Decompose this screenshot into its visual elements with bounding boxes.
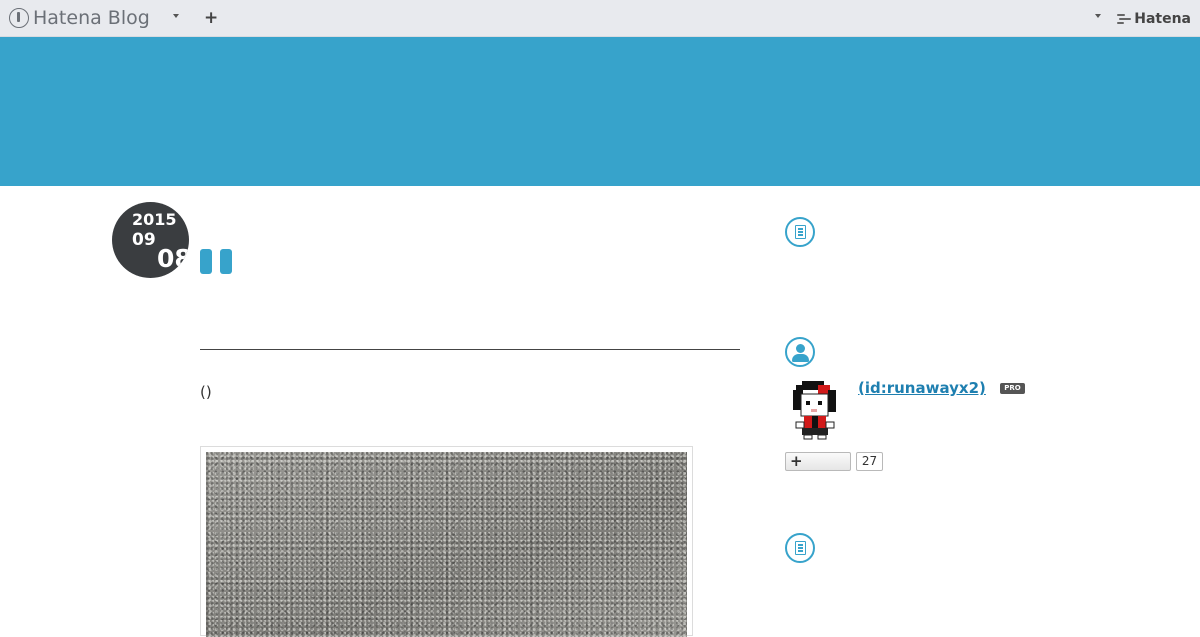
entry-divider bbox=[200, 349, 740, 350]
entry-photo-frame bbox=[200, 446, 693, 637]
hatena-blog-logo-icon bbox=[9, 8, 29, 28]
follow-button[interactable]: + bbox=[785, 452, 851, 471]
user-icon bbox=[785, 337, 815, 367]
hatena-brand-link[interactable]: Hatena bbox=[1117, 10, 1191, 28]
chevron-down-icon[interactable] bbox=[173, 14, 179, 18]
global-header: Hatena Blog + Hatena bbox=[0, 0, 1200, 37]
entry-title-glyph[interactable] bbox=[200, 249, 212, 274]
plus-icon: + bbox=[790, 452, 803, 470]
pro-badge: PRO bbox=[1000, 383, 1025, 394]
date-month: 09 bbox=[132, 230, 156, 250]
date-day: 08 bbox=[157, 244, 189, 273]
brand-text: Hatena bbox=[1134, 11, 1191, 27]
blog-header-banner[interactable] bbox=[0, 37, 1200, 186]
plus-icon[interactable]: + bbox=[204, 8, 218, 28]
entry-body-text: () bbox=[200, 383, 212, 401]
hatena-brand-icon bbox=[1117, 13, 1132, 25]
document-icon bbox=[785, 533, 815, 563]
hatena-blog-logo[interactable]: Hatena Blog bbox=[9, 7, 150, 29]
follower-count: 27 bbox=[856, 452, 883, 471]
profile-id-link[interactable]: (id:runawayx2) bbox=[858, 378, 986, 398]
entry-date-badge: 2015 09 08 bbox=[112, 202, 189, 278]
entry-title-glyph[interactable] bbox=[220, 249, 232, 274]
entry-photo[interactable] bbox=[206, 452, 687, 637]
date-year: 2015 bbox=[132, 210, 177, 229]
document-icon bbox=[785, 217, 815, 247]
logo-text: Hatena Blog bbox=[33, 7, 150, 29]
avatar[interactable] bbox=[788, 378, 844, 440]
chevron-down-icon[interactable] bbox=[1095, 14, 1101, 18]
